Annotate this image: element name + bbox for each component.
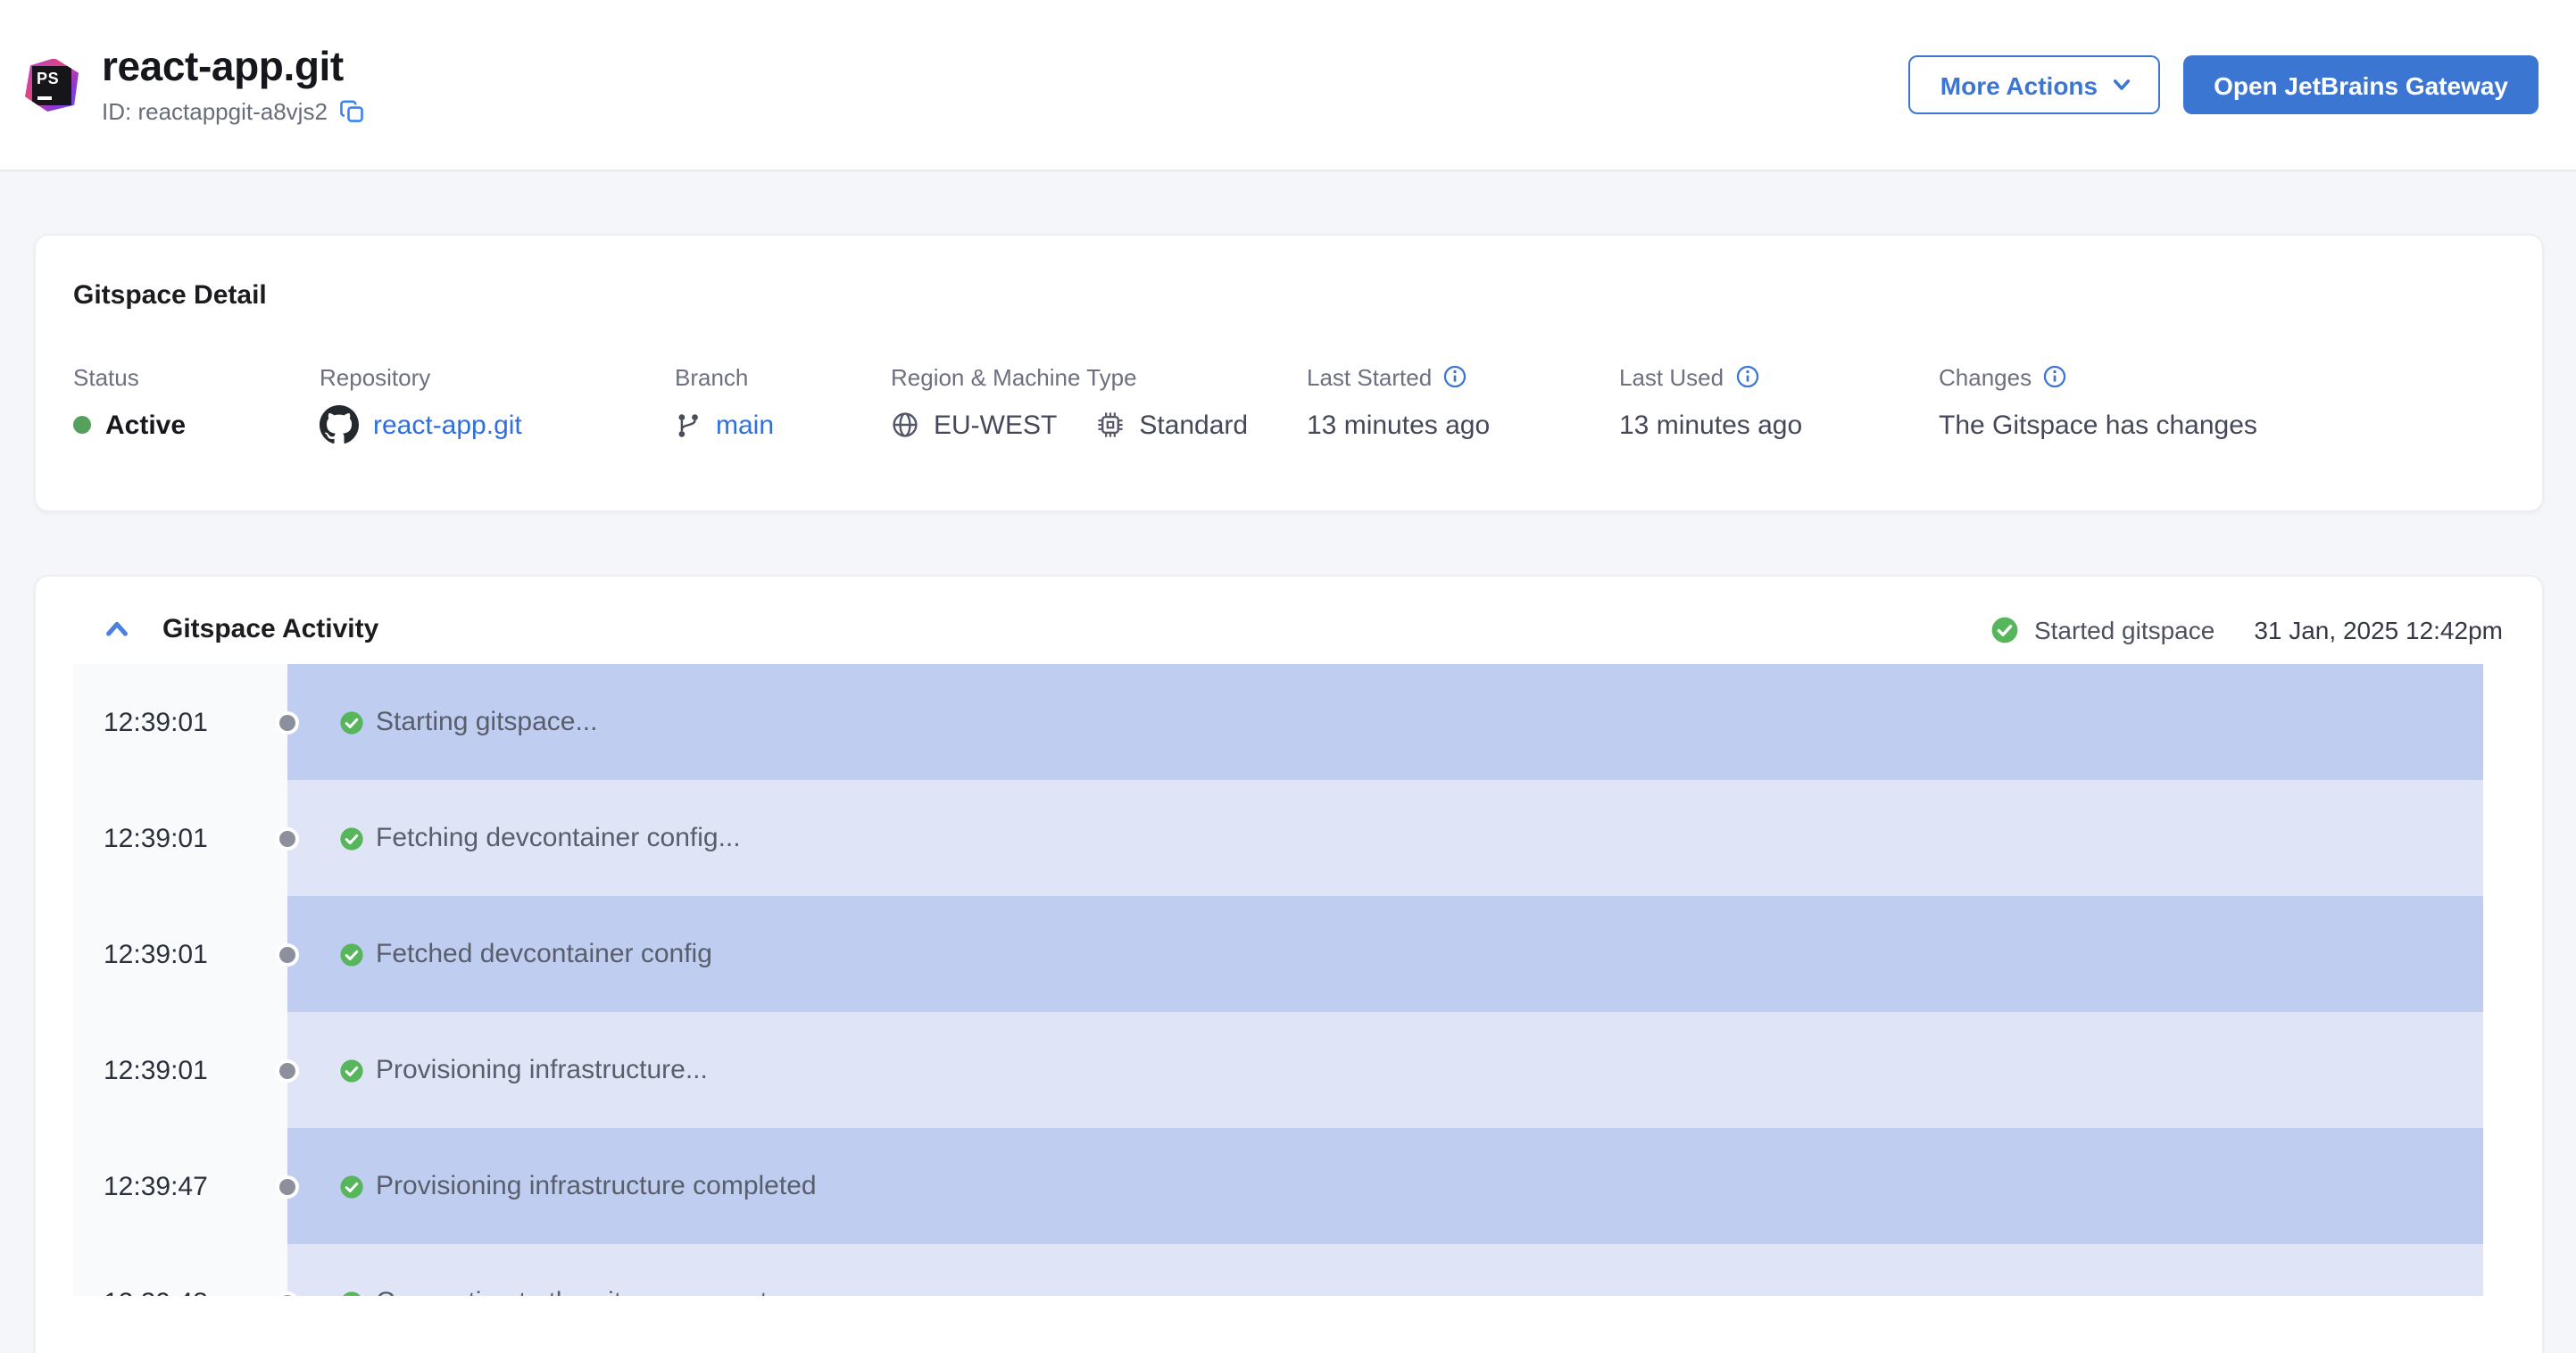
- timeline-dot: [276, 826, 299, 850]
- check-circle-icon: [341, 1291, 361, 1296]
- info-icon[interactable]: [1734, 364, 1759, 389]
- phpstorm-icon-bar: [37, 95, 52, 99]
- gitspace-detail-card: Gitspace Detail Status Active Repository…: [33, 234, 2543, 512]
- status-dot: [73, 416, 91, 434]
- header-actions: More Actions Open JetBrains Gateway: [1907, 55, 2539, 114]
- open-jetbrains-gateway-button[interactable]: Open JetBrains Gateway: [2183, 55, 2539, 114]
- check-circle-icon: [339, 826, 362, 850]
- log-row[interactable]: Fetched devcontainer config 12:39:01: [73, 896, 2483, 1012]
- page-content: Gitspace Detail Status Active Repository…: [0, 171, 2576, 1353]
- log-row-body: Fetching devcontainer config...: [287, 780, 2483, 896]
- git-branch-icon: [678, 413, 698, 436]
- last-started-label: Last Started: [1307, 363, 1433, 390]
- log-message: Provisioning infrastructure...: [376, 1055, 708, 1085]
- log-row-body: Provisioning infrastructure completed: [287, 1128, 2483, 1244]
- gitspace-id: ID: reactappgit-a8vjs2: [102, 97, 328, 125]
- title-block: react-app.git ID: reactappgit-a8vjs2: [102, 43, 367, 125]
- info-icon[interactable]: [1442, 364, 1467, 389]
- page-title: react-app.git: [102, 43, 344, 90]
- log-timestamp: 12:39:47: [104, 1171, 208, 1201]
- field-last-used: Last Used 13 minutes ago: [1619, 362, 1802, 444]
- log-row[interactable]: Fetching devcontainer config... 12:39:01: [73, 780, 2483, 896]
- log-message: Starting gitspace...: [376, 707, 598, 737]
- changes-value: The Gitspace has changes: [1939, 410, 2257, 440]
- chevron-down-icon: [2113, 79, 2131, 90]
- status-value: Active: [105, 410, 187, 440]
- field-region-machine: Region & Machine Type EU-WEST Standard: [891, 362, 1248, 444]
- field-repository: Repository react-app.git: [320, 362, 522, 444]
- log-row-body: Connecting to the gitspace agent...: [287, 1244, 2483, 1296]
- timeline-dot: [276, 942, 299, 966]
- log-row-body: Provisioning infrastructure...: [287, 1012, 2483, 1128]
- check-circle-icon: [339, 710, 362, 734]
- branch-label: Branch: [675, 363, 749, 390]
- repository-link[interactable]: react-app.git: [373, 410, 522, 440]
- region-machine-label: Region & Machine Type: [891, 363, 1137, 390]
- more-actions-label: More Actions: [1940, 71, 2098, 99]
- phpstorm-icon: PS: [25, 58, 79, 112]
- copy-icon[interactable]: [340, 97, 367, 124]
- activity-header: Gitspace Activity Started gitspace 31 Ja…: [35, 577, 2541, 644]
- check-circle-icon: [339, 1058, 362, 1082]
- activity-heading: Gitspace Activity: [162, 614, 379, 644]
- log-timestamp: 12:39:01: [104, 823, 208, 853]
- machine-type-value: Standard: [1139, 410, 1249, 440]
- phpstorm-icon-text: PS: [37, 69, 60, 87]
- last-started-value: 13 minutes ago: [1307, 410, 1491, 440]
- branch-link[interactable]: main: [716, 410, 774, 440]
- activity-status-time: 31 Jan, 2025 12:42pm: [2254, 615, 2503, 643]
- github-icon: [320, 405, 359, 444]
- detail-heading: Gitspace Detail: [73, 280, 267, 311]
- log-row-body: Starting gitspace...: [287, 664, 2483, 780]
- log-timestamp: 12:39:01: [104, 939, 208, 969]
- chevron-up-icon[interactable]: [102, 614, 132, 644]
- check-circle-icon: [339, 942, 362, 966]
- log-row-body: Fetched devcontainer config: [287, 896, 2483, 1012]
- log-message: Fetched devcontainer config: [376, 939, 712, 969]
- page: PS react-app.git ID: reactappgit-a8vjs2 …: [0, 0, 2576, 1353]
- repository-label: Repository: [320, 363, 431, 390]
- log-timestamp: 12:39:01: [104, 1055, 208, 1085]
- log-row[interactable]: Provisioning infrastructure... 12:39:01: [73, 1012, 2483, 1128]
- check-circle-icon: [339, 1175, 362, 1198]
- activity-status-text: Started gitspace: [2033, 615, 2215, 643]
- last-used-label: Last Used: [1619, 363, 1724, 390]
- log-row[interactable]: Starting gitspace... 12:39:01: [73, 664, 2483, 780]
- region-value: EU-WEST: [934, 410, 1058, 440]
- field-changes: Changes The Gitspace has changes: [1939, 362, 2257, 444]
- last-used-value: 13 minutes ago: [1619, 410, 1803, 440]
- log-row[interactable]: Connecting to the gitspace agent... 12:39…: [73, 1244, 2483, 1296]
- activity-log: Starting gitspace... 12:39:01 Fetching dev…: [73, 664, 2483, 1296]
- check-circle-icon: [1992, 616, 2019, 643]
- log-timestamp: 12:39:48: [104, 1287, 208, 1296]
- timeline-dot: [276, 710, 299, 734]
- phpstorm-icon-inner: PS: [32, 65, 71, 104]
- globe-icon: [893, 412, 918, 437]
- changes-label: Changes: [1939, 363, 2032, 390]
- status-label: Status: [73, 363, 139, 390]
- activity-log-viewport[interactable]: Starting gitspace... 12:39:01 Fetching dev…: [73, 664, 2483, 1296]
- field-last-started: Last Started 13 minutes ago: [1307, 362, 1490, 444]
- log-message: Provisioning infrastructure completed: [376, 1171, 817, 1201]
- log-timestamp: 12:39:01: [104, 707, 208, 737]
- activity-status: Started gitspace: [1991, 615, 2215, 643]
- info-icon[interactable]: [2042, 364, 2067, 389]
- more-actions-button[interactable]: More Actions: [1907, 55, 2161, 114]
- top-header: PS react-app.git ID: reactappgit-a8vjs2 …: [0, 0, 2576, 171]
- gitspace-activity-card: Gitspace Activity Started gitspace 31 Ja…: [33, 575, 2543, 1353]
- timeline-dot: [276, 1175, 299, 1198]
- field-branch: Branch main: [675, 362, 774, 444]
- cpu-icon: [1098, 412, 1123, 437]
- log-row[interactable]: Provisioning infrastructure completed 12:…: [73, 1128, 2483, 1244]
- log-message: Connecting to the gitspace agent...: [376, 1287, 790, 1296]
- log-message: Fetching devcontainer config...: [376, 823, 741, 853]
- field-status: Status Active: [73, 362, 186, 444]
- timeline-dot: [276, 1058, 299, 1082]
